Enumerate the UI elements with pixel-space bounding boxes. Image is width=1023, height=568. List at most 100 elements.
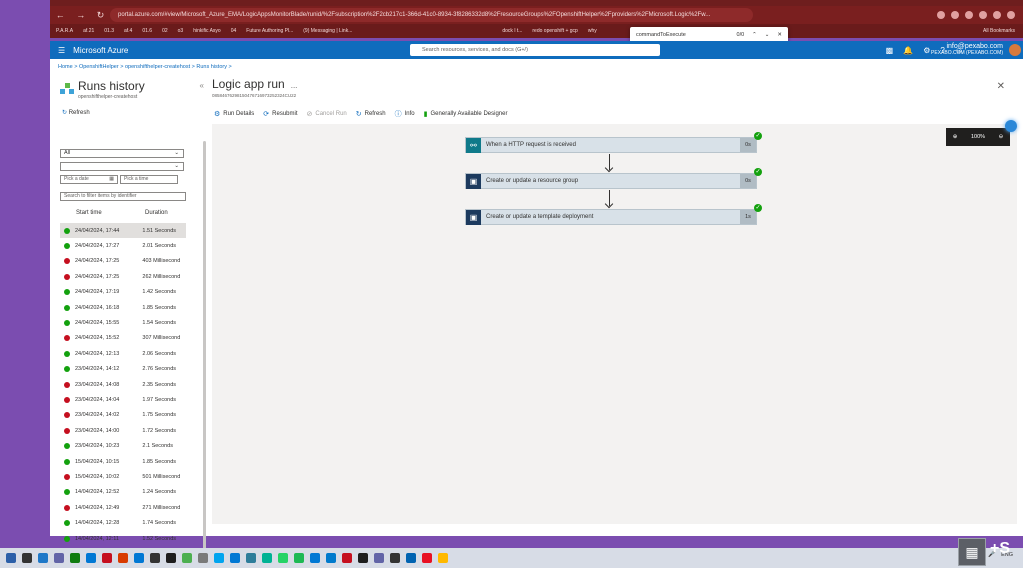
step-template-deployment[interactable]: ▣ Create or update a template deployment… — [465, 204, 762, 225]
identifier-search-input[interactable]: Search to filter items by identifier — [60, 192, 186, 201]
bookmark-item[interactable]: o3 — [178, 28, 184, 34]
profile-icon[interactable] — [1007, 11, 1015, 19]
bookmark-item[interactable]: 01.3 — [104, 28, 114, 34]
refresh-button[interactable]: ↻ Refresh — [356, 109, 386, 119]
date-picker[interactable]: Pick a date ▦ — [60, 175, 118, 184]
cancel-run-button[interactable]: ⊘ Cancel Run — [307, 109, 347, 119]
app-icon[interactable] — [438, 553, 448, 563]
second-filter-select[interactable]: ⌄ — [60, 162, 184, 171]
table-row[interactable]: 14/04/2024, 12:52 1.24 Seconds — [60, 485, 186, 500]
info-button[interactable]: ⓘ Info — [395, 109, 415, 119]
extension-icon[interactable] — [937, 11, 945, 19]
time-picker[interactable]: Pick a time — [120, 175, 178, 184]
app-icon[interactable] — [246, 553, 256, 563]
close-icon[interactable]: ✕ — [777, 32, 782, 38]
table-row[interactable]: 14/04/2024, 12:49 271 Millisecond — [60, 500, 186, 515]
table-row[interactable]: 24/04/2024, 17:19 1.42 Seconds — [60, 285, 186, 300]
step-resource-group[interactable]: ▣ Create or update a resource group 0s ✓ — [465, 168, 762, 189]
breadcrumb-resource-group[interactable]: OpenshiftHelper — [79, 64, 119, 70]
bookmark-item[interactable]: af.21 — [83, 28, 94, 34]
vscode-icon[interactable] — [326, 553, 336, 563]
table-row[interactable]: 24/04/2024, 17:27 2.01 Seconds — [60, 238, 186, 253]
more-icon[interactable]: ... — [291, 81, 298, 90]
settings-icon[interactable]: ⚙ — [923, 46, 930, 55]
app-icon[interactable] — [182, 553, 192, 563]
azure-brand[interactable]: Microsoft Azure — [73, 46, 128, 55]
app-icon[interactable] — [358, 553, 368, 563]
app-icon[interactable] — [214, 553, 224, 563]
table-row[interactable]: 23/04/2024, 14:12 2.76 Seconds — [60, 362, 186, 377]
search-icon[interactable] — [22, 553, 32, 563]
breadcrumb-runs-history[interactable]: Runs history — [196, 64, 227, 70]
table-row[interactable]: 24/04/2024, 17:25 262 Millisecond — [60, 269, 186, 284]
bookmark-item[interactable]: 01.6 — [142, 28, 152, 34]
table-row[interactable]: 23/04/2024, 10:23 2.1 Seconds — [60, 438, 186, 453]
avatar[interactable] — [1009, 44, 1021, 56]
table-row[interactable]: 14/04/2024, 12:11 1.52 Seconds — [60, 531, 186, 546]
zoom-out-icon[interactable]: ⊖ — [999, 134, 1004, 140]
app-icon[interactable] — [102, 553, 112, 563]
app-icon[interactable] — [230, 553, 240, 563]
extension-icon[interactable] — [951, 11, 959, 19]
extension-icon[interactable] — [979, 11, 987, 19]
global-search-input[interactable]: Search resources, services, and docs (G+… — [410, 44, 660, 56]
table-row[interactable]: 23/04/2024, 14:02 1.75 Seconds — [60, 408, 186, 423]
close-icon[interactable]: ✕ — [997, 81, 1005, 92]
bookmark-item[interactable]: Future Authoring Pl... — [246, 28, 293, 34]
bookmark-item[interactable]: P.A.R.A — [56, 28, 73, 34]
breadcrumb-logic-app[interactable]: openshifthelper-createhost — [125, 64, 190, 70]
app-icon[interactable] — [70, 553, 80, 563]
table-row[interactable]: 15/04/2024, 10:02 501 Millisecond — [60, 469, 186, 484]
table-row[interactable]: 24/04/2024, 15:55 1.54 Seconds — [60, 315, 186, 330]
find-input[interactable]: commandToExecute — [636, 32, 729, 38]
bookmark-item[interactable]: hinkific Asyo — [193, 28, 221, 34]
bookmark-item[interactable]: af.4 — [124, 28, 132, 34]
edge-icon[interactable] — [38, 553, 48, 563]
step-http-trigger[interactable]: ⚯ When a HTTP request is received 0s ✓ — [465, 132, 762, 153]
runs-scrollbar[interactable] — [203, 141, 206, 549]
chevron-up-icon[interactable]: ⌃ — [752, 32, 757, 38]
table-row[interactable]: 23/04/2024, 14:08 2.35 Seconds — [60, 377, 186, 392]
chrome-icon[interactable] — [422, 553, 432, 563]
notifications-icon[interactable]: 🔔 — [903, 46, 913, 55]
start-icon[interactable] — [6, 553, 16, 563]
collapse-icon[interactable]: « — [200, 81, 204, 90]
status-filter-select[interactable]: All ⌄ — [60, 149, 184, 158]
reload-icon[interactable]: ↻ — [97, 10, 105, 21]
forward-icon[interactable]: → — [76, 10, 85, 21]
table-row[interactable]: 23/04/2024, 14:04 1.97 Seconds — [60, 392, 186, 407]
bookmark-item[interactable]: why — [588, 28, 597, 34]
app-icon[interactable] — [374, 553, 384, 563]
column-duration[interactable]: Duration — [145, 210, 168, 216]
hamburger-icon[interactable]: ☰ — [58, 46, 65, 55]
table-row[interactable]: 24/04/2024, 17:44 1.51 Seconds — [60, 223, 186, 239]
app-icon[interactable] — [150, 553, 160, 563]
account-menu[interactable]: info@pexabo.com PEXABO.COM (PEXABO.COM) — [931, 43, 1003, 56]
designer-canvas[interactable]: ⚯ When a HTTP request is received 0s ✓ ▣… — [212, 124, 1017, 524]
all-bookmarks-button[interactable]: All Bookmarks — [983, 28, 1023, 34]
bookmark-item[interactable]: redo openshift + gcp — [532, 28, 577, 34]
copilot-indicator-icon[interactable] — [1005, 120, 1017, 132]
address-bar[interactable]: portal.azure.com/#view/Microsoft_Azure_E… — [110, 8, 753, 22]
table-row[interactable]: 23/04/2024, 14:00 1.72 Seconds — [60, 423, 186, 438]
table-row[interactable]: 15/04/2024, 10:15 1.85 Seconds — [60, 454, 186, 469]
spotify-icon[interactable] — [294, 553, 304, 563]
refresh-runs-button[interactable]: ↻ Refresh — [62, 109, 90, 116]
designer-button[interactable]: ▮ Generally Available Designer — [424, 109, 508, 119]
table-row[interactable]: 24/04/2024, 16:18 1.85 Seconds — [60, 300, 186, 315]
app-icon[interactable] — [118, 553, 128, 563]
app-icon[interactable] — [166, 553, 176, 563]
bookmark-item[interactable]: (9) Messaging | Link... — [303, 28, 352, 34]
run-details-button[interactable]: ⚙ Run Details — [214, 109, 254, 119]
app-icon[interactable] — [86, 553, 96, 563]
extension-icon[interactable] — [965, 11, 973, 19]
app-icon[interactable] — [390, 553, 400, 563]
app-icon[interactable] — [262, 553, 272, 563]
bookmark-item[interactable]: dock l t... — [502, 28, 522, 34]
table-row[interactable]: 24/04/2024, 15:52 307 Millisecond — [60, 331, 186, 346]
whatsapp-icon[interactable] — [278, 553, 288, 563]
app-icon[interactable] — [134, 553, 144, 563]
back-icon[interactable]: ← — [56, 10, 65, 21]
app-icon[interactable] — [342, 553, 352, 563]
app-icon[interactable] — [406, 553, 416, 563]
